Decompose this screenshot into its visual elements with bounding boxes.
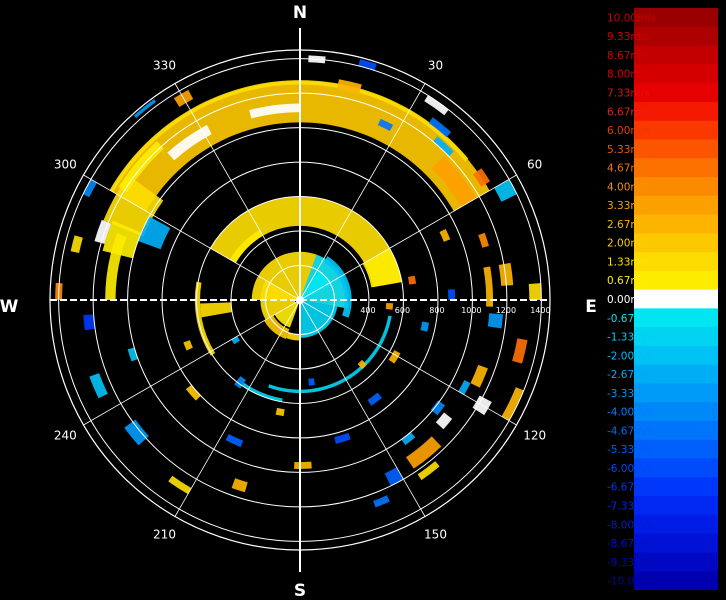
velocity-cell-71 bbox=[70, 235, 83, 254]
velocity-cell-51 bbox=[494, 179, 517, 202]
velocity-colorbar: 10.00m/s 9.33m/s 8.67m/s 8.00m/s 7.33m/s 6.67… bbox=[606, 8, 718, 590]
colorbar-label-7: 5.33m/s bbox=[607, 144, 650, 156]
velocity-cell-40 bbox=[89, 373, 108, 399]
colorbar-label-2: 8.67m/s bbox=[607, 50, 650, 62]
velocity-cell-61 bbox=[367, 392, 383, 406]
colorbar-label-1: 9.33m/s bbox=[607, 31, 650, 43]
velocity-cell-30 bbox=[501, 387, 524, 421]
spoke-240 bbox=[83, 299, 301, 426]
colorbar-label-14: 0.67m/s bbox=[607, 275, 650, 287]
velocity-cell-75 bbox=[385, 303, 394, 310]
velocity-cell-74 bbox=[439, 228, 451, 242]
velocity-cell-63 bbox=[294, 461, 312, 469]
colorbar-label-23: -5.33m/s bbox=[607, 444, 653, 456]
colorbar-label-29: -9.33m/s bbox=[607, 557, 653, 569]
velocity-cell-73 bbox=[447, 289, 456, 300]
velocity-cell-59 bbox=[487, 313, 503, 329]
colorbar-label-18: -2.00m/s bbox=[607, 350, 653, 362]
colorbar-label-16: -0.67m/s bbox=[607, 313, 653, 325]
range-label-400: 400 bbox=[360, 306, 375, 315]
colorbar-label-26: -7.33m/s bbox=[607, 501, 653, 513]
range-label-1200: 1200 bbox=[496, 306, 516, 315]
velocity-cell-62 bbox=[334, 432, 351, 444]
velocity-cell-45 bbox=[384, 467, 404, 486]
colorbar-label-24: -6.00m/s bbox=[607, 463, 653, 475]
velocity-cell-50 bbox=[528, 283, 542, 300]
velocity-cell-36 bbox=[424, 95, 449, 116]
spoke-150 bbox=[299, 299, 426, 517]
velocity-cell-33 bbox=[417, 461, 440, 481]
colorbar-label-25: -6.67m/s bbox=[607, 482, 653, 494]
colorbar-label-30: -10.00m/s bbox=[607, 576, 660, 588]
colorbar-label-0: 10.00m/s bbox=[607, 12, 656, 24]
colorbar-label-5: 6.67m/s bbox=[607, 106, 650, 118]
velocity-cell-19 bbox=[268, 315, 392, 394]
velocity-cell-76 bbox=[420, 321, 430, 332]
colorbar-label-20: -3.33m/s bbox=[607, 388, 653, 400]
velocity-cell-65 bbox=[225, 433, 244, 448]
colorbar-label-13: 1.33m/s bbox=[607, 256, 650, 268]
velocity-cell-41 bbox=[124, 419, 149, 446]
azimuth-label-120: 120 bbox=[523, 429, 546, 443]
azimuth-label-30: 30 bbox=[428, 58, 443, 72]
colorbar-label-11: 2.67m/s bbox=[607, 219, 650, 231]
colorbar-label-17: -1.33m/s bbox=[607, 332, 653, 344]
colorbar-label-3: 8.00m/s bbox=[607, 69, 650, 81]
colorbar-label-8: 4.67m/s bbox=[607, 163, 650, 175]
velocity-cell-78 bbox=[308, 378, 315, 386]
azimuth-label-210: 210 bbox=[153, 528, 176, 542]
range-label-600: 600 bbox=[395, 306, 410, 315]
velocity-cell-64 bbox=[275, 407, 285, 417]
colorbar-label-15: 0.00m/s bbox=[607, 294, 650, 306]
azimuth-label-330: 330 bbox=[153, 58, 176, 72]
colorbar-label-27: -8.00m/s bbox=[607, 519, 653, 531]
velocity-cell-72 bbox=[407, 275, 417, 285]
range-label-1400: 1400 bbox=[530, 306, 550, 315]
colorbar-label-19: -2.67m/s bbox=[607, 369, 653, 381]
azimuth-label-150: 150 bbox=[424, 528, 447, 542]
velocity-cell-26 bbox=[200, 302, 233, 318]
polar-grid bbox=[49, 28, 551, 572]
velocity-cell-49 bbox=[512, 338, 528, 364]
velocity-cell-47 bbox=[435, 412, 453, 430]
azimuth-label-240: 240 bbox=[54, 429, 77, 443]
cardinal-west: W bbox=[0, 297, 19, 317]
colorbar-label-12: 2.00m/s bbox=[607, 238, 650, 250]
range-label-1000: 1000 bbox=[461, 306, 481, 315]
colorbar-label-22: -4.67m/s bbox=[607, 425, 653, 437]
colorbar-label-10: 3.33m/s bbox=[607, 200, 650, 212]
range-label-800: 800 bbox=[429, 306, 444, 315]
velocity-cell-80 bbox=[183, 340, 193, 351]
azimuth-label-300: 300 bbox=[54, 158, 77, 172]
colorbar-label-9: 4.00m/s bbox=[607, 181, 650, 193]
velocity-cell-58 bbox=[478, 232, 489, 248]
velocity-cell-44 bbox=[373, 495, 390, 508]
velocity-cell-42 bbox=[168, 475, 192, 495]
radar-site-marker bbox=[296, 296, 304, 304]
cardinal-east: E bbox=[585, 297, 597, 317]
colorbar-label-28: -8.67m/s bbox=[607, 538, 653, 550]
radar-ppi-plot: N S W E 30 60 120 150 210 240 300 330 400 600 800 1… bbox=[0, 3, 597, 600]
velocity-cell-43 bbox=[231, 478, 248, 493]
colorbar-label-4: 7.33m/s bbox=[607, 87, 650, 99]
cardinal-south: S bbox=[294, 581, 306, 600]
cardinal-north: N bbox=[293, 3, 307, 23]
colorbar-label-6: 6.00m/s bbox=[607, 125, 650, 137]
velocity-cell-48 bbox=[470, 364, 488, 388]
spoke-120 bbox=[299, 299, 517, 426]
colorbar-label-21: -4.00m/s bbox=[607, 407, 653, 419]
azimuth-label-60: 60 bbox=[527, 158, 542, 172]
velocity-cell-34 bbox=[430, 400, 446, 416]
